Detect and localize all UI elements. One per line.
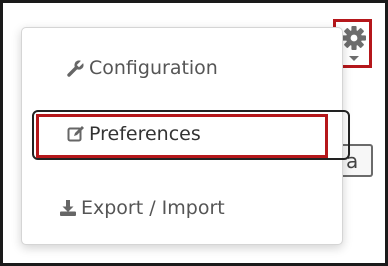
- settings-button[interactable]: [341, 25, 367, 65]
- background-partial-button-label: a: [346, 148, 359, 173]
- wrench-icon: [66, 58, 86, 78]
- background-partial-button[interactable]: a: [343, 144, 373, 177]
- menu-item-export-import[interactable]: Export / Import: [22, 188, 342, 228]
- edit-icon: [66, 124, 86, 144]
- menu-item-export-import-label: Export / Import: [81, 197, 225, 219]
- caret-down-icon: [349, 56, 359, 61]
- screenshot-frame: a Configuration Preferences Export / Imp…: [0, 0, 388, 266]
- menu-item-configuration-label: Configuration: [89, 57, 218, 79]
- download-icon: [58, 198, 78, 218]
- menu-item-preferences-label: Preferences: [89, 123, 201, 145]
- settings-dropdown-menu: Configuration Preferences Export / Impor…: [21, 27, 350, 245]
- menu-item-configuration[interactable]: Configuration: [22, 48, 342, 88]
- gear-icon: [342, 26, 366, 61]
- menu-item-preferences[interactable]: Preferences: [22, 114, 342, 154]
